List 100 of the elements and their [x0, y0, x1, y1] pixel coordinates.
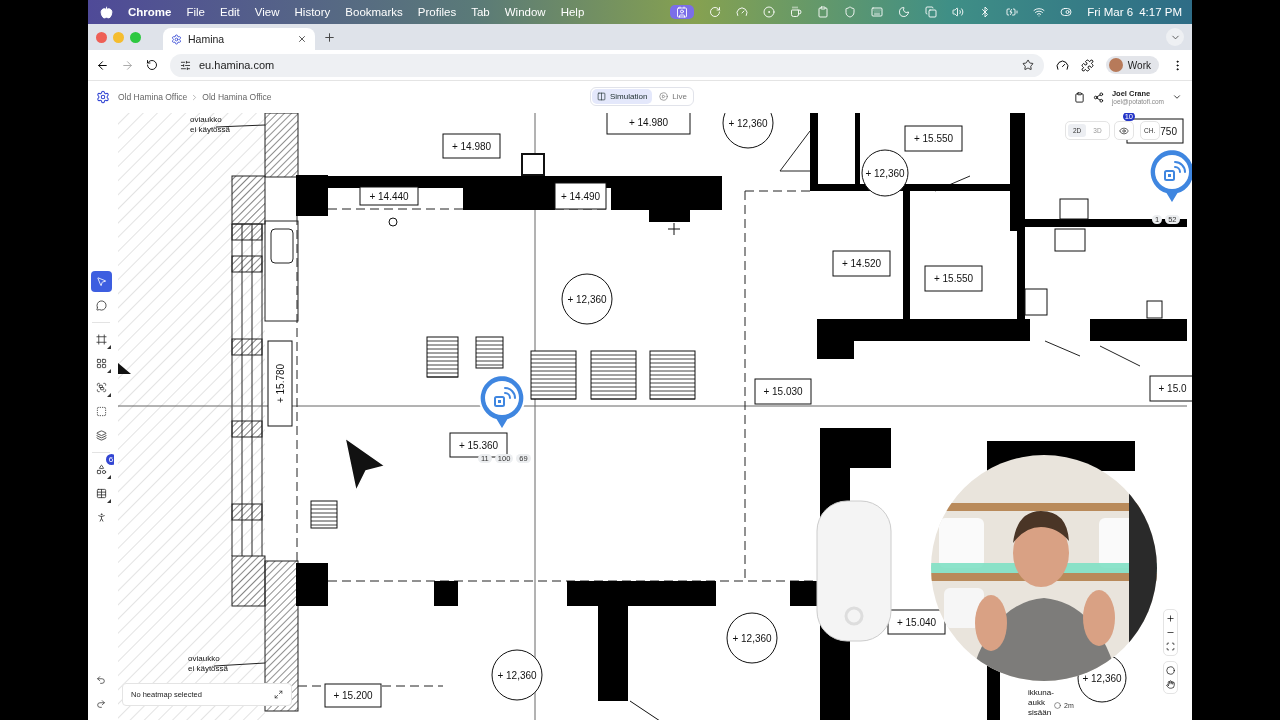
- profile-button[interactable]: Work: [1105, 56, 1159, 74]
- contact-icon: [676, 6, 689, 18]
- site-logo-icon: [171, 33, 182, 45]
- tool-button[interactable]: [90, 271, 112, 292]
- avatar: [1108, 58, 1123, 72]
- plan-note: ikkuna- aukk sisään: [1028, 688, 1054, 717]
- desk-drawing: [590, 350, 637, 400]
- puzzle-icon: [1080, 58, 1094, 72]
- extension-icon: [1055, 58, 1069, 72]
- elevation-label: + 14.490: [554, 182, 607, 210]
- control-center-icon: [1060, 6, 1073, 18]
- elevation-label: + 15.040: [887, 609, 946, 635]
- eye-icon: [1118, 125, 1129, 136]
- fixture-drawing: [521, 153, 545, 176]
- menu-item[interactable]: Edit: [220, 6, 240, 18]
- back-icon: [96, 58, 109, 72]
- pointer-icon: [95, 276, 107, 287]
- visibility-button[interactable]: [1113, 121, 1134, 140]
- volume-icon: [952, 6, 965, 18]
- redo-icon: [96, 698, 106, 709]
- zoom-in-icon: [1166, 614, 1175, 623]
- desk-drawing: [649, 350, 696, 400]
- plan-note: oviaukko ei käytössä: [190, 115, 231, 134]
- cup-icon: [790, 6, 803, 18]
- fixture-drawing: [1054, 228, 1086, 252]
- menu-item[interactable]: Bookmarks: [345, 6, 403, 18]
- wall: [434, 581, 458, 606]
- browser-tab[interactable]: Hamina: [163, 28, 315, 50]
- ceiling-height-label: + 12,360: [561, 273, 613, 325]
- gauge-icon: [736, 6, 749, 18]
- frame-icon: [95, 334, 107, 345]
- mode-tab[interactable]: Live: [654, 89, 693, 104]
- layers-icon: [95, 430, 107, 441]
- chevron-icon: [1172, 92, 1182, 102]
- sync-icon: [709, 6, 722, 18]
- clipboard-icon: [817, 6, 830, 18]
- keyboard-icon: [871, 6, 884, 18]
- shapes-icon: [95, 464, 107, 475]
- desk-drawing: [310, 500, 338, 529]
- record-icon: [763, 6, 776, 18]
- elevation-label: + 14.520: [832, 250, 891, 277]
- elevation-label: + 15.550: [924, 265, 983, 292]
- forward-icon: [121, 58, 134, 72]
- address-bar[interactable]: eu.hamina.com: [170, 53, 1044, 77]
- wall: [296, 563, 328, 606]
- plan-note: oviaukko ei käytössä: [188, 654, 229, 673]
- grid-icon: [95, 358, 107, 369]
- desk-drawing: [426, 336, 459, 378]
- play-icon: [659, 92, 669, 101]
- apple-icon: [100, 5, 113, 19]
- menu-item[interactable]: File: [186, 6, 205, 18]
- windows-icon: [925, 6, 938, 18]
- hand-icon: [1166, 680, 1175, 689]
- menu-item[interactable]: Window: [504, 6, 546, 18]
- menu-item[interactable]: Help: [560, 6, 585, 18]
- reload-icon: [146, 59, 158, 71]
- menu-date: Fri Mar 6: [1087, 6, 1134, 18]
- columns-icon: [597, 92, 606, 101]
- mode-tab[interactable]: Simulation: [592, 89, 653, 104]
- fit-icon: [1166, 642, 1175, 651]
- elevation-label: + 15.550: [904, 125, 963, 152]
- fixture-drawing: [1146, 300, 1163, 319]
- ceiling-height-label: + 12,360: [491, 649, 543, 701]
- elevation-label: + 15.030: [754, 378, 812, 405]
- wifi-icon: [1033, 6, 1046, 18]
- url-text: eu.hamina.com: [199, 59, 276, 71]
- close-window-button[interactable]: [96, 31, 107, 43]
- site-settings-icon: [180, 59, 191, 71]
- table-icon: [95, 488, 107, 499]
- menu-time: 4:17 PM: [1139, 6, 1182, 18]
- elevation-label: + 15.780: [267, 340, 293, 427]
- screen-share-indicator[interactable]: [670, 5, 695, 19]
- ceiling-height-label: + 12,360: [722, 113, 774, 149]
- wall: [790, 581, 817, 606]
- app-logo-icon: [96, 90, 110, 104]
- ceiling-height-label: + 12,360: [726, 612, 778, 664]
- person-icon: [95, 512, 107, 523]
- menu-item[interactable]: Profiles: [417, 6, 457, 18]
- group-icon: [95, 382, 107, 393]
- elevation-label: + 15.0: [1149, 375, 1192, 402]
- menu-item[interactable]: History: [294, 6, 331, 18]
- tab-title: Hamina: [188, 33, 226, 45]
- elevation-label: + 14.980: [442, 133, 501, 159]
- new-tab-icon: [323, 30, 336, 44]
- desk-drawing: [475, 336, 504, 369]
- breadcrumb-link[interactable]: Old Hamina Office: [118, 92, 188, 102]
- battery-icon: [1006, 6, 1019, 18]
- breadcrumb-link[interactable]: Old Hamina Office: [202, 92, 272, 102]
- report-icon: [1073, 91, 1085, 103]
- elevation-label: + 14.980: [606, 113, 691, 135]
- menu-item[interactable]: View: [254, 6, 280, 18]
- moon-icon: [898, 6, 911, 18]
- menu-item[interactable]: Tab: [471, 6, 490, 18]
- elevation-label: + 14.440: [359, 186, 419, 206]
- menu-item[interactable]: Chrome: [128, 6, 172, 18]
- fixture-drawing: [1059, 198, 1089, 220]
- lasso-icon: [95, 300, 107, 311]
- ceiling-height-label: + 12,360: [861, 149, 909, 197]
- share-icon: [1092, 91, 1104, 103]
- corner-marker: [118, 363, 131, 374]
